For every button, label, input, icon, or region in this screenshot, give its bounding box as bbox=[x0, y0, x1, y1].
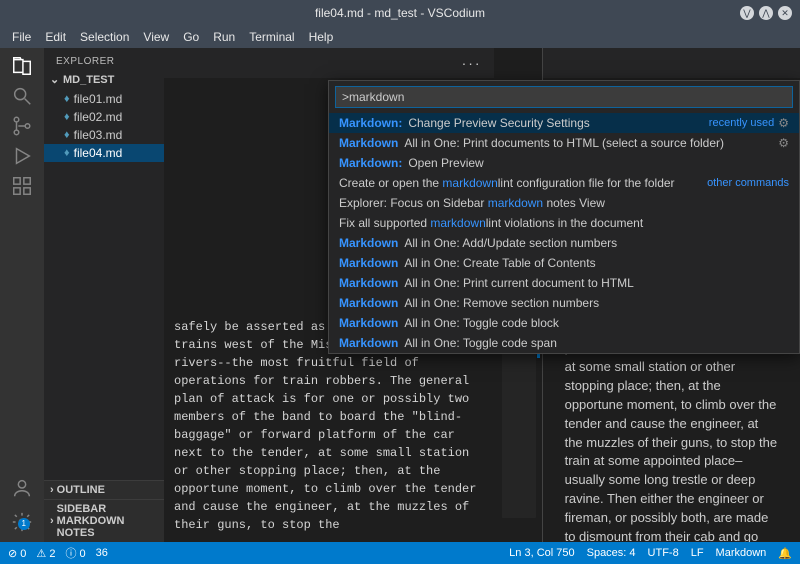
status-warnings[interactable]: ⚠ 2 bbox=[36, 547, 55, 560]
extensions-icon[interactable] bbox=[10, 174, 34, 198]
palette-item[interactable]: Markdown All in One: Add/Update section … bbox=[329, 233, 799, 253]
palette-item[interactable]: Markdown: Change Preview Security Settin… bbox=[329, 113, 799, 133]
file-label: file02.md bbox=[74, 110, 123, 124]
menu-file[interactable]: File bbox=[6, 28, 37, 46]
file-tree: ♦ file01.md ♦ file02.md ♦ file03.md ♦ file04.md bbox=[44, 88, 164, 162]
menu-run[interactable]: Run bbox=[207, 28, 241, 46]
menu-terminal[interactable]: Terminal bbox=[243, 28, 300, 46]
explorer-icon[interactable] bbox=[10, 54, 34, 78]
palette-item[interactable]: Create or open the markdownlint configur… bbox=[329, 173, 799, 193]
editor-tabbar-left: ··· bbox=[164, 48, 494, 78]
root-label: MD_TEST bbox=[63, 74, 114, 86]
chevron-right-icon: › bbox=[50, 515, 54, 527]
outline-section[interactable]: ›OUTLINE bbox=[44, 480, 164, 499]
search-icon[interactable] bbox=[10, 84, 34, 108]
notes-section[interactable]: ›SIDEBAR MARKDOWN NOTES bbox=[44, 499, 164, 542]
editor-group: ··· safely be asserted as the "make-up" … bbox=[164, 48, 800, 542]
palette-item[interactable]: Markdown All in One: Remove section numb… bbox=[329, 293, 799, 313]
source-control-icon[interactable] bbox=[10, 114, 34, 138]
palette-item[interactable]: Markdown All in One: Print current docum… bbox=[329, 273, 799, 293]
palette-item[interactable]: Markdown: Open Preview bbox=[329, 153, 799, 173]
editor-more-icon[interactable]: ··· bbox=[456, 55, 488, 71]
explorer-title: EXPLORER bbox=[44, 48, 164, 71]
activity-bar: 1 bbox=[0, 48, 44, 542]
file-item[interactable]: ♦ file04.md bbox=[44, 144, 164, 162]
main-area: 1 EXPLORER ⌄MD_TEST ♦ file01.md ♦ file02.md… bbox=[0, 48, 800, 542]
close-button[interactable]: ✕ bbox=[778, 6, 792, 20]
menu-go[interactable]: Go bbox=[177, 28, 205, 46]
menu-bar: File Edit Selection View Go Run Terminal… bbox=[0, 26, 800, 48]
palette-item[interactable]: Markdown All in One: Print documents to … bbox=[329, 133, 799, 153]
markdown-file-icon: ♦ bbox=[64, 93, 70, 105]
gear-icon[interactable]: ⚙ bbox=[778, 116, 789, 130]
run-debug-icon[interactable] bbox=[10, 144, 34, 168]
menu-selection[interactable]: Selection bbox=[74, 28, 135, 46]
menu-view[interactable]: View bbox=[137, 28, 175, 46]
outline-label: OUTLINE bbox=[57, 484, 105, 496]
markdown-file-icon: ♦ bbox=[64, 147, 70, 159]
status-bar: ⊘ 0 ⚠ 2 ⓘ 0 36 Ln 3, Col 750 Spaces: 4 U… bbox=[0, 542, 800, 564]
status-encoding[interactable]: UTF-8 bbox=[648, 547, 679, 559]
palette-item[interactable]: Markdown All in One: Create Table of Con… bbox=[329, 253, 799, 273]
palette-item[interactable]: Markdown All in One: Toggle code block bbox=[329, 313, 799, 333]
status-language[interactable]: Markdown bbox=[716, 547, 767, 559]
account-icon[interactable] bbox=[10, 476, 34, 500]
status-info[interactable]: ⓘ 0 bbox=[65, 545, 85, 561]
palette-item[interactable]: Markdown All in One: Toggle code span bbox=[329, 333, 799, 353]
file-item[interactable]: ♦ file01.md bbox=[44, 90, 164, 108]
status-errors[interactable]: ⊘ 0 bbox=[8, 547, 26, 560]
palette-item[interactable]: Fix all supported markdownlint violation… bbox=[329, 213, 799, 233]
file-label: file04.md bbox=[74, 146, 123, 160]
file-label: file01.md bbox=[74, 92, 123, 106]
notes-label: SIDEBAR MARKDOWN NOTES bbox=[57, 503, 158, 539]
editor-tabbar-right bbox=[543, 48, 800, 78]
status-eol[interactable]: LF bbox=[691, 547, 704, 559]
explorer-root[interactable]: ⌄MD_TEST bbox=[44, 71, 164, 88]
maximize-button[interactable]: ⋀ bbox=[759, 6, 773, 20]
window-title: file04.md - md_test - VSCodium bbox=[315, 6, 485, 20]
markdown-file-icon: ♦ bbox=[64, 111, 70, 123]
chevron-down-icon: ⌄ bbox=[50, 73, 60, 86]
file-label: file03.md bbox=[74, 128, 123, 142]
settings-badge: 1 bbox=[18, 518, 30, 530]
explorer-sidebar: EXPLORER ⌄MD_TEST ♦ file01.md ♦ file02.md ♦ f… bbox=[44, 48, 164, 542]
command-palette: Markdown: Change Preview Security Settin… bbox=[328, 80, 800, 354]
minimize-button[interactable]: ⋁ bbox=[740, 6, 754, 20]
window-titlebar: file04.md - md_test - VSCodium ⋁ ⋀ ✕ bbox=[0, 0, 800, 26]
command-palette-list: Markdown: Change Preview Security Settin… bbox=[329, 113, 799, 353]
chevron-right-icon: › bbox=[50, 484, 54, 496]
status-bell-icon[interactable]: 🔔 bbox=[778, 547, 792, 560]
menu-help[interactable]: Help bbox=[303, 28, 340, 46]
file-item[interactable]: ♦ file02.md bbox=[44, 108, 164, 126]
palette-item[interactable]: Explorer: Focus on Sidebar markdown note… bbox=[329, 193, 799, 213]
menu-edit[interactable]: Edit bbox=[39, 28, 72, 46]
markdown-file-icon: ♦ bbox=[64, 129, 70, 141]
gear-icon[interactable]: ⚙ bbox=[778, 136, 789, 150]
command-palette-input[interactable] bbox=[335, 86, 793, 108]
status-count[interactable]: 36 bbox=[96, 547, 108, 559]
file-item[interactable]: ♦ file03.md bbox=[44, 126, 164, 144]
status-lncol[interactable]: Ln 3, Col 750 bbox=[509, 547, 574, 559]
window-controls: ⋁ ⋀ ✕ bbox=[740, 6, 792, 20]
status-spaces[interactable]: Spaces: 4 bbox=[587, 547, 636, 559]
